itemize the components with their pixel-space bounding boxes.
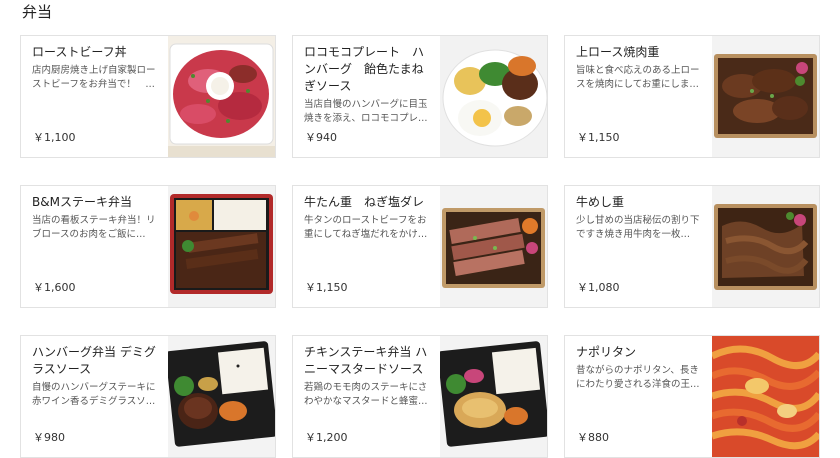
menu-item-name: 牛たん重 ねぎ塩ダレ [304, 195, 425, 209]
menu-item-price: ￥1,150 [577, 131, 620, 144]
hamburg-bento-photo [168, 336, 275, 457]
gyumeshi-box-photo [712, 186, 819, 307]
menu-item-description: 自慢のハンバーグステーキに赤ワイン香るデミグラスソ… [32, 382, 156, 407]
menu-item-description: 昔ながらのナポリタン、長きにわたり愛される洋食の王… [576, 365, 700, 390]
menu-item-card[interactable]: チキンステーキ弁当 ハニーマスタードソース 若鶏のモモ肉のステーキにさわやかなマ… [292, 335, 548, 458]
menu-item-description: 牛タンのローストビーフをお重にしてねぎ塩だれをかけ… [304, 215, 428, 240]
section-title: 弁当 [22, 3, 53, 21]
menu-item-description: 若鶏のモモ肉のステーキにさわやかなマスタードと蜂蜜… [304, 382, 428, 407]
menu-item-name: B&Mステーキ弁当 [32, 195, 132, 209]
menu-item-description: 旨味と食べ応えのある上ロースを焼肉にしてお重にしま… [576, 65, 700, 90]
menu-item-card[interactable]: ナポリタン 昔ながらのナポリタン、長きにわたり愛される洋食の王… ￥880 [564, 335, 820, 458]
menu-item-name: 上ロース焼肉重 [576, 45, 660, 59]
menu-item-description: 店内厨房焼き上げ自家製ローストビーフをお弁当で！ … [32, 65, 156, 90]
menu-item-card[interactable]: 牛めし重 少し甘めの当店秘伝の割り下ですき焼き用牛肉を一枚… ￥1,080 [564, 185, 820, 308]
menu-item-description: 当店自慢のハンバーグに目玉焼きを添え、ロコモコプレ… [304, 99, 428, 124]
menu-item-card[interactable]: B&Mステーキ弁当 当店の看板ステーキ弁当！リブロースのお肉をご飯に… ￥1,6… [20, 185, 276, 308]
menu-item-price: ￥1,150 [305, 281, 348, 294]
menu-item-description: 当店の看板ステーキ弁当！リブロースのお肉をご飯に… [32, 215, 156, 240]
menu-item-card[interactable]: ロコモコプレート ハンバーグ 飴色たまねぎソース 当店自慢のハンバーグに目玉焼き… [292, 35, 548, 158]
menu-item-price: ￥940 [305, 131, 337, 144]
steak-bento-photo [168, 186, 275, 307]
menu-item-price: ￥1,080 [577, 281, 620, 294]
menu-item-card[interactable]: 上ロース焼肉重 旨味と食べ応えのある上ロースを焼肉にしてお重にしま… ￥1,15… [564, 35, 820, 158]
loin-yakiniku-box-photo [712, 36, 819, 157]
menu-item-card[interactable]: ハンバーグ弁当 デミグラスソース 自慢のハンバーグステーキに赤ワイン香るデミグラ… [20, 335, 276, 458]
menu-item-name: チキンステーキ弁当 ハニーマスタードソース [304, 345, 428, 376]
menu-item-name: 牛めし重 [576, 195, 625, 209]
loco-moco-plate-photo [440, 36, 547, 157]
menu-item-price: ￥880 [577, 431, 609, 444]
beef-tongue-box-photo [440, 186, 547, 307]
chicken-steak-bento-photo [440, 336, 547, 457]
menu-item-card[interactable]: 牛たん重 ねぎ塩ダレ 牛タンのローストビーフをお重にしてねぎ塩だれをかけ… ￥1… [292, 185, 548, 308]
menu-item-price: ￥1,200 [305, 431, 348, 444]
menu-item-description: 少し甘めの当店秘伝の割り下ですき焼き用牛肉を一枚… [576, 215, 700, 240]
menu-grid: ローストビーフ丼 店内厨房焼き上げ自家製ローストビーフをお弁当で！ … ￥1,1… [20, 35, 820, 458]
menu-item-name: ローストビーフ丼 [32, 45, 127, 59]
menu-item-price: ￥1,100 [33, 131, 76, 144]
menu-item-name: ロコモコプレート ハンバーグ 飴色たまねぎソース [304, 45, 425, 93]
roast-beef-bowl-photo [168, 36, 275, 157]
menu-item-name: ナポリタン [576, 345, 637, 359]
menu-item-price: ￥1,600 [33, 281, 76, 294]
menu-item-card[interactable]: ローストビーフ丼 店内厨房焼き上げ自家製ローストビーフをお弁当で！ … ￥1,1… [20, 35, 276, 158]
napolitan-photo [712, 336, 819, 457]
menu-item-price: ￥980 [33, 431, 65, 444]
menu-item-name: ハンバーグ弁当 デミグラスソース [32, 345, 156, 376]
